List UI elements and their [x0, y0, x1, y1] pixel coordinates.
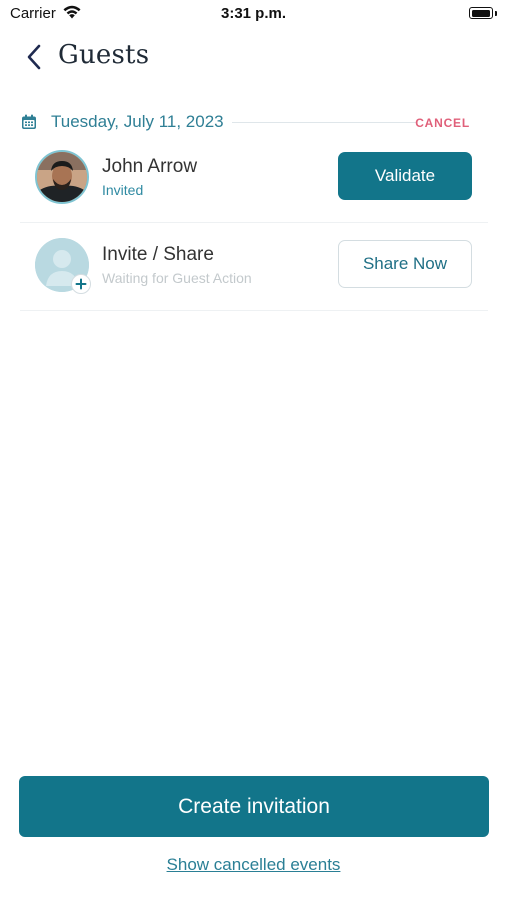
event-date-row: Tuesday, July 11, 2023 CANCEL — [20, 110, 488, 136]
show-cancelled-events-link[interactable]: Show cancelled events — [0, 855, 507, 875]
guest-status: Invited — [102, 182, 144, 198]
create-invitation-button[interactable]: Create invitation — [19, 776, 489, 837]
guest-row: John Arrow Invited Validate — [20, 134, 488, 223]
avatar — [35, 150, 89, 204]
user-photo — [37, 152, 87, 202]
page-title: Guests — [58, 40, 150, 70]
share-now-button[interactable]: Share Now — [338, 240, 472, 288]
divider — [232, 122, 416, 123]
cancel-event-button[interactable]: CANCEL — [415, 116, 470, 130]
add-icon[interactable] — [71, 274, 91, 294]
chevron-left-icon[interactable] — [24, 42, 46, 72]
guest-name: John Arrow — [102, 156, 198, 177]
guest-status: Waiting for Guest Action — [102, 270, 252, 286]
validate-button[interactable]: Validate — [338, 152, 472, 200]
user-placeholder-icon[interactable] — [35, 238, 91, 294]
event-date: Tuesday, July 11, 2023 — [51, 112, 224, 131]
status-bar: Carrier 3:31 p.m. — [0, 0, 507, 28]
calendar-icon — [22, 114, 36, 129]
battery-icon — [469, 7, 497, 19]
invite-row: Invite / Share Waiting for Guest Action … — [20, 222, 488, 311]
invite-share-label: Invite / Share — [102, 244, 214, 265]
clock: 3:31 p.m. — [220, 5, 287, 22]
nav-bar: Guests — [0, 38, 507, 78]
